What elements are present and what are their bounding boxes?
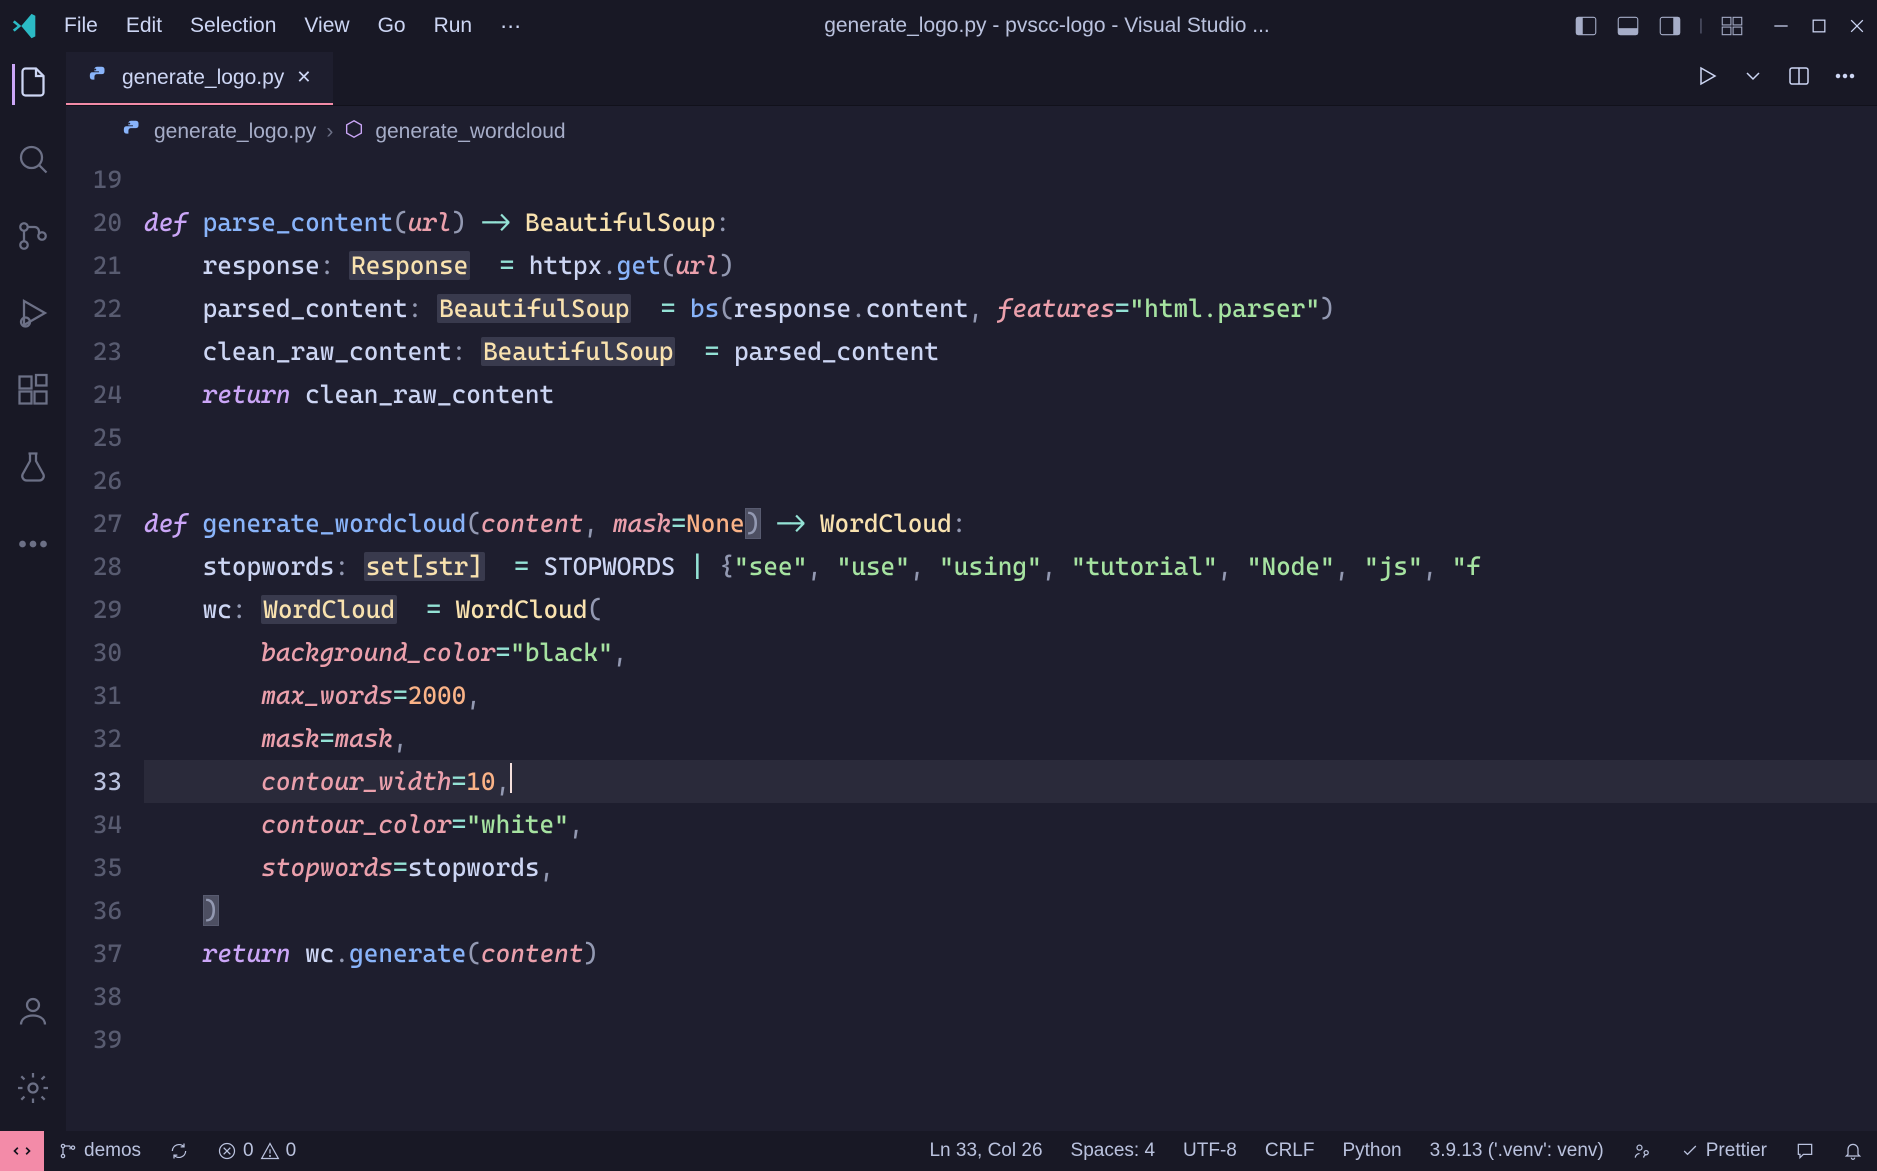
activity-source-control-icon[interactable] [15,218,51,259]
activity-overflow-icon[interactable] [15,526,51,567]
breadcrumb-symbol[interactable]: generate_wordcloud [375,120,565,144]
activity-bar [0,52,66,1131]
code-line[interactable]: wc: WordCloud = WordCloud( [144,588,1877,631]
code-line[interactable]: return clean_raw_content [144,373,1877,416]
symbol-method-icon [343,118,365,146]
customize-layout-icon[interactable] [1719,13,1745,39]
activity-accounts-icon[interactable] [15,993,51,1034]
menu-selection[interactable]: Selection [190,14,276,39]
split-editor-icon[interactable] [1787,64,1811,93]
status-live-share-icon[interactable] [1618,1140,1666,1162]
remote-indicator[interactable] [0,1131,44,1171]
activity-search-icon[interactable] [15,141,51,182]
code-line[interactable] [144,975,1877,1018]
breadcrumb-file[interactable]: generate_logo.py [154,120,316,144]
menu-bar: File Edit Selection View Go Run ⋯ [64,14,521,39]
breadcrumb[interactable]: generate_logo.py › generate_wordcloud [66,106,1877,158]
code-line[interactable]: parsed_content: BeautifulSoup = bs(respo… [144,287,1877,330]
layout-secondary-side-icon[interactable] [1657,13,1683,39]
status-cursor-position[interactable]: Ln 33, Col 26 [915,1140,1056,1162]
code-line[interactable] [144,1018,1877,1061]
code-line[interactable]: def parse_content(url) -> BeautifulSoup: [144,201,1877,244]
code-content[interactable]: def parse_content(url) -> BeautifulSoup:… [144,158,1877,1061]
code-line[interactable]: def generate_wordcloud(content, mask=Non… [144,502,1877,545]
status-branch[interactable]: demos [44,1140,155,1162]
code-line[interactable]: ) [144,889,1877,932]
menu-file[interactable]: File [64,14,98,39]
layout-primary-side-icon[interactable] [1573,13,1599,39]
code-line[interactable] [144,158,1877,201]
status-problems[interactable]: 0 0 [203,1140,310,1162]
status-eol[interactable]: CRLF [1251,1140,1329,1162]
line-number-gutter: 1920212223242526272829303132333435363738… [66,158,144,1061]
tab-bar: generate_logo.py ✕ [66,52,1877,106]
status-encoding[interactable]: UTF-8 [1169,1140,1251,1162]
code-line[interactable] [144,459,1877,502]
status-sync[interactable] [155,1141,203,1161]
status-python-interpreter[interactable]: 3.9.13 ('.venv': venv) [1416,1140,1618,1162]
code-line[interactable]: background_color="black", [144,631,1877,674]
status-prettier[interactable]: Prettier [1666,1140,1781,1162]
menu-overflow-icon[interactable]: ⋯ [500,14,521,39]
tab-generate-logo[interactable]: generate_logo.py ✕ [66,52,333,105]
tab-label: generate_logo.py [122,66,284,90]
editor-more-icon[interactable] [1833,64,1857,93]
code-line[interactable] [144,416,1877,459]
run-dropdown-icon[interactable] [1741,64,1765,93]
menu-edit[interactable]: Edit [126,14,162,39]
layout-panel-icon[interactable] [1615,13,1641,39]
code-line[interactable]: return wc.generate(content) [144,932,1877,975]
window-title: generate_logo.py - pvscc-logo - Visual S… [824,14,1270,38]
menu-run[interactable]: Run [434,14,473,39]
status-bar: demos 0 0 Ln 33, Col 26 Spaces: 4 UTF-8 … [0,1131,1877,1171]
tab-close-icon[interactable]: ✕ [296,67,311,88]
activity-explorer-icon[interactable] [12,64,54,105]
activity-settings-icon[interactable] [15,1070,51,1111]
status-notifications-icon[interactable] [1829,1140,1877,1162]
code-line[interactable]: stopwords=stopwords, [144,846,1877,889]
vscode-logo-icon [10,11,40,41]
python-file-icon [88,64,110,92]
run-file-icon[interactable] [1695,64,1719,93]
activity-run-debug-icon[interactable] [15,295,51,336]
code-line[interactable]: response: Response = httpx.get(url) [144,244,1877,287]
status-indentation[interactable]: Spaces: 4 [1057,1140,1170,1162]
code-line[interactable]: contour_width=10, [144,760,1877,803]
title-bar: File Edit Selection View Go Run ⋯ genera… [0,0,1877,52]
code-line[interactable]: clean_raw_content: BeautifulSoup = parse… [144,330,1877,373]
window-maximize-icon[interactable] [1809,16,1829,36]
code-line[interactable]: mask=mask, [144,717,1877,760]
status-feedback-icon[interactable] [1781,1140,1829,1162]
python-file-icon [122,118,144,146]
code-line[interactable]: stopwords: set[str] = STOPWORDS | {"see"… [144,545,1877,588]
code-line[interactable]: max_words=2000, [144,674,1877,717]
activity-testing-icon[interactable] [15,449,51,490]
menu-view[interactable]: View [304,14,349,39]
window-close-icon[interactable] [1847,16,1867,36]
menu-go[interactable]: Go [378,14,406,39]
window-minimize-icon[interactable] [1771,16,1791,36]
editor-body[interactable]: 1920212223242526272829303132333435363738… [66,158,1877,1131]
chevron-right-icon: › [326,120,333,144]
activity-extensions-icon[interactable] [15,372,51,413]
status-language-mode[interactable]: Python [1328,1140,1415,1162]
code-line[interactable]: contour_color="white", [144,803,1877,846]
